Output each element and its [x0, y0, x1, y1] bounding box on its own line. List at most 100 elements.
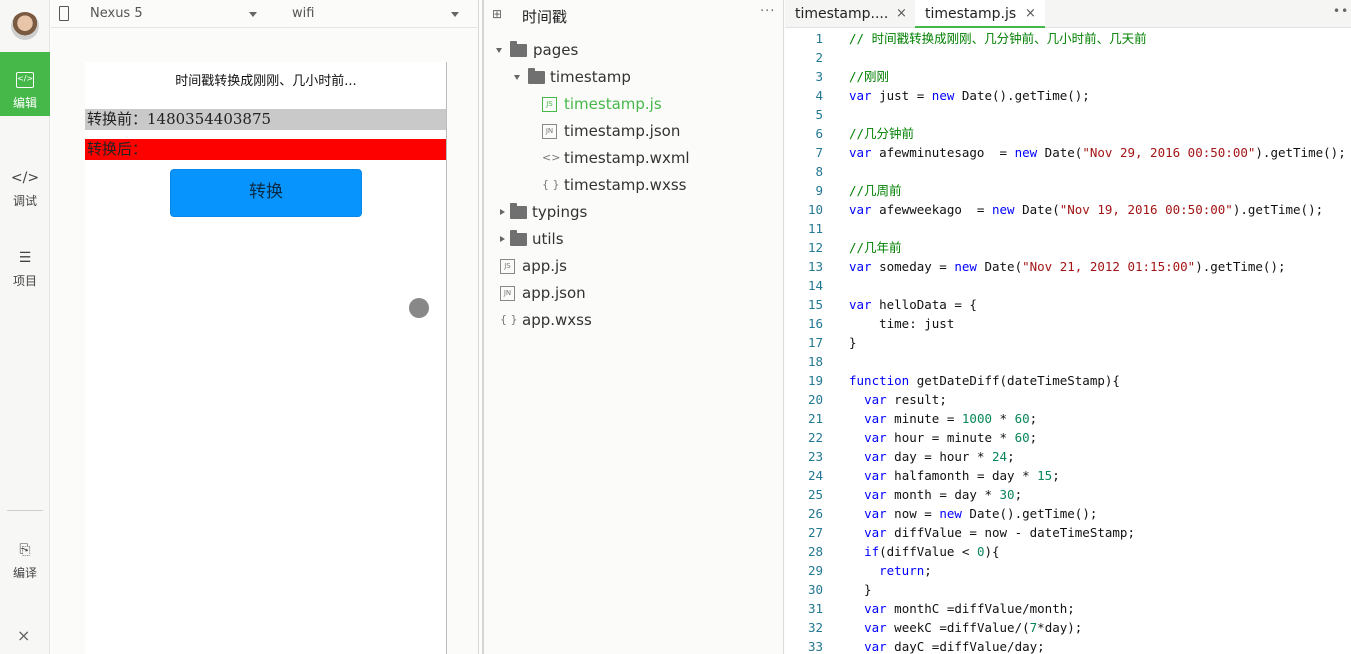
code-icon: </>	[16, 72, 34, 88]
close-icon[interactable]: ×	[896, 0, 907, 28]
line-content: }	[849, 582, 872, 597]
line-content: var minute = 1000 * 60;	[864, 411, 1038, 426]
tree-node-label: pages	[533, 41, 579, 59]
js-file-icon: JS	[500, 259, 515, 274]
activity-edit-label: 编辑	[12, 96, 37, 110]
activity-compile-label: 编译	[12, 566, 37, 580]
line-number: 9	[815, 183, 823, 198]
debug-icon: </>	[10, 170, 40, 186]
network-select[interactable]: wifi	[292, 6, 462, 21]
line-number: 21	[807, 411, 823, 426]
tree-node-label: app.json	[522, 284, 586, 302]
line-number: 33	[807, 639, 823, 654]
activity-project[interactable]: ☰ 项目	[0, 238, 50, 302]
line-content: var someday = new Date("Nov 21, 2012 01:…	[849, 259, 1286, 274]
line-number: 26	[807, 506, 823, 521]
line-content: var day = hour * 24;	[864, 449, 1015, 464]
code-area[interactable]: 1// 时间戳转换成刚刚、几分钟前、几小时前、几天前 2 3//刚刚 4 var jus…	[785, 28, 1351, 654]
line-content: var helloData = {	[849, 297, 977, 312]
simulator-panel: Nexus 5 wifi 时间戳转换成刚刚、几小时前... 转换前：148035…	[51, 0, 479, 654]
line-content: function getDateDiff(dateTimeStamp){	[849, 373, 1120, 388]
js-file-icon: JS	[542, 97, 557, 112]
chevron-right-icon	[500, 209, 505, 215]
activity-debug[interactable]: </> 调试	[0, 158, 50, 222]
line-content: //几周前	[849, 183, 902, 198]
tree-node-label: typings	[532, 203, 588, 221]
line-number: 19	[807, 373, 823, 388]
folder-icon	[528, 68, 545, 84]
line-content: var now = new Date().getTime();	[864, 506, 1098, 521]
chevron-right-icon	[500, 236, 505, 242]
json-file-icon: JN	[500, 286, 515, 301]
close-icon[interactable]: ×	[1025, 0, 1036, 28]
tab-timestamp-js[interactable]: timestamp.js ×	[915, 0, 1045, 28]
tree-node-label: timestamp.json	[564, 122, 681, 140]
line-content: var dayC =diffValue/day;	[864, 639, 1045, 654]
avatar[interactable]	[11, 12, 39, 40]
line-number: 16	[807, 316, 823, 331]
tree-node-label: timestamp.wxss	[564, 176, 687, 194]
wxml-file-icon: <>	[542, 151, 561, 164]
line-number: 5	[815, 107, 823, 122]
line-content: if(diffValue < 0){	[864, 544, 1000, 559]
tree-node-label: timestamp.wxml	[564, 149, 690, 167]
line-number: 1	[815, 31, 823, 46]
file-explorer: ⊞ 时间戳 ··· pages timestamp JS timestamp.j…	[482, 0, 784, 654]
tab-timestamp-other[interactable]: timestamp.... ×	[785, 0, 915, 28]
line-content: // 时间戳转换成刚刚、几分钟前、几小时前、几天前	[849, 31, 1147, 46]
activity-divider	[7, 510, 43, 511]
folder-icon	[510, 203, 527, 219]
line-number: 30	[807, 582, 823, 597]
line-number: 6	[815, 126, 823, 141]
before-value: 转换前：1480354403875	[85, 109, 446, 130]
line-number: 28	[807, 544, 823, 559]
line-number: 23	[807, 449, 823, 464]
activity-compile[interactable]: ⎘ 编译	[0, 530, 50, 594]
line-number: 2	[815, 50, 823, 65]
line-number: 25	[807, 487, 823, 502]
simulator-toolbar: Nexus 5 wifi	[51, 0, 479, 28]
device-select-value: Nexus 5	[90, 6, 143, 21]
line-content: var just = new Date().getTime();	[849, 88, 1090, 103]
convert-button[interactable]: 转换	[170, 169, 362, 217]
line-content: }	[849, 335, 857, 350]
chevron-down-icon	[249, 12, 257, 17]
line-number: 32	[807, 620, 823, 635]
json-file-icon: JN	[542, 124, 557, 139]
line-number: 29	[807, 563, 823, 578]
line-number: 20	[807, 392, 823, 407]
line-number: 7	[815, 145, 823, 160]
chevron-down-icon	[496, 48, 502, 53]
folder-icon	[510, 41, 527, 57]
project-title: 时间戳	[522, 8, 568, 26]
phone-screen: 时间戳转换成刚刚、几小时前... 转换前：1480354403875 转换后： …	[85, 62, 447, 654]
line-number: 13	[807, 259, 823, 274]
line-content: var halfamonth = day * 15;	[864, 468, 1060, 483]
network-select-value: wifi	[292, 6, 315, 21]
more-icon[interactable]: ••	[1333, 4, 1349, 18]
wxss-file-icon: { }	[542, 178, 560, 191]
activity-edit[interactable]: </> 编辑	[0, 52, 50, 116]
editor-tabs: timestamp.... × timestamp.js × ••	[785, 0, 1351, 28]
tree-view-icon[interactable]: ⊞	[492, 7, 502, 21]
line-number: 22	[807, 430, 823, 445]
line-content: var hour = minute * 60;	[864, 430, 1038, 445]
code-editor: timestamp.... × timestamp.js × •• 1 // 时间…	[785, 0, 1351, 654]
floating-dot[interactable]	[409, 298, 429, 318]
close-icon[interactable]: ×	[17, 626, 30, 645]
after-value: 转换后：	[85, 139, 446, 160]
tree-node-label: timestamp.js	[564, 95, 662, 113]
line-content: time: just	[849, 316, 955, 331]
line-content: //几分钟前	[849, 126, 915, 141]
compile-icon: ⎘	[19, 542, 31, 558]
wxss-file-icon: { }	[500, 313, 518, 326]
device-select[interactable]: Nexus 5	[90, 6, 260, 21]
line-content: var month = day * 30;	[864, 487, 1023, 502]
line-content: return;	[879, 563, 932, 578]
more-icon[interactable]: ···	[760, 4, 775, 19]
tree-node-label: utils	[532, 230, 564, 248]
line-number: 4	[815, 88, 823, 103]
line-content: var afewweekago = new Date("Nov 19, 2016…	[849, 202, 1324, 217]
ide-window: </> 编辑 </> 调试 ☰ 项目 ⎘ 编译 × Nexus 5 wifi 时…	[0, 0, 1351, 654]
phone-icon[interactable]	[59, 6, 69, 21]
